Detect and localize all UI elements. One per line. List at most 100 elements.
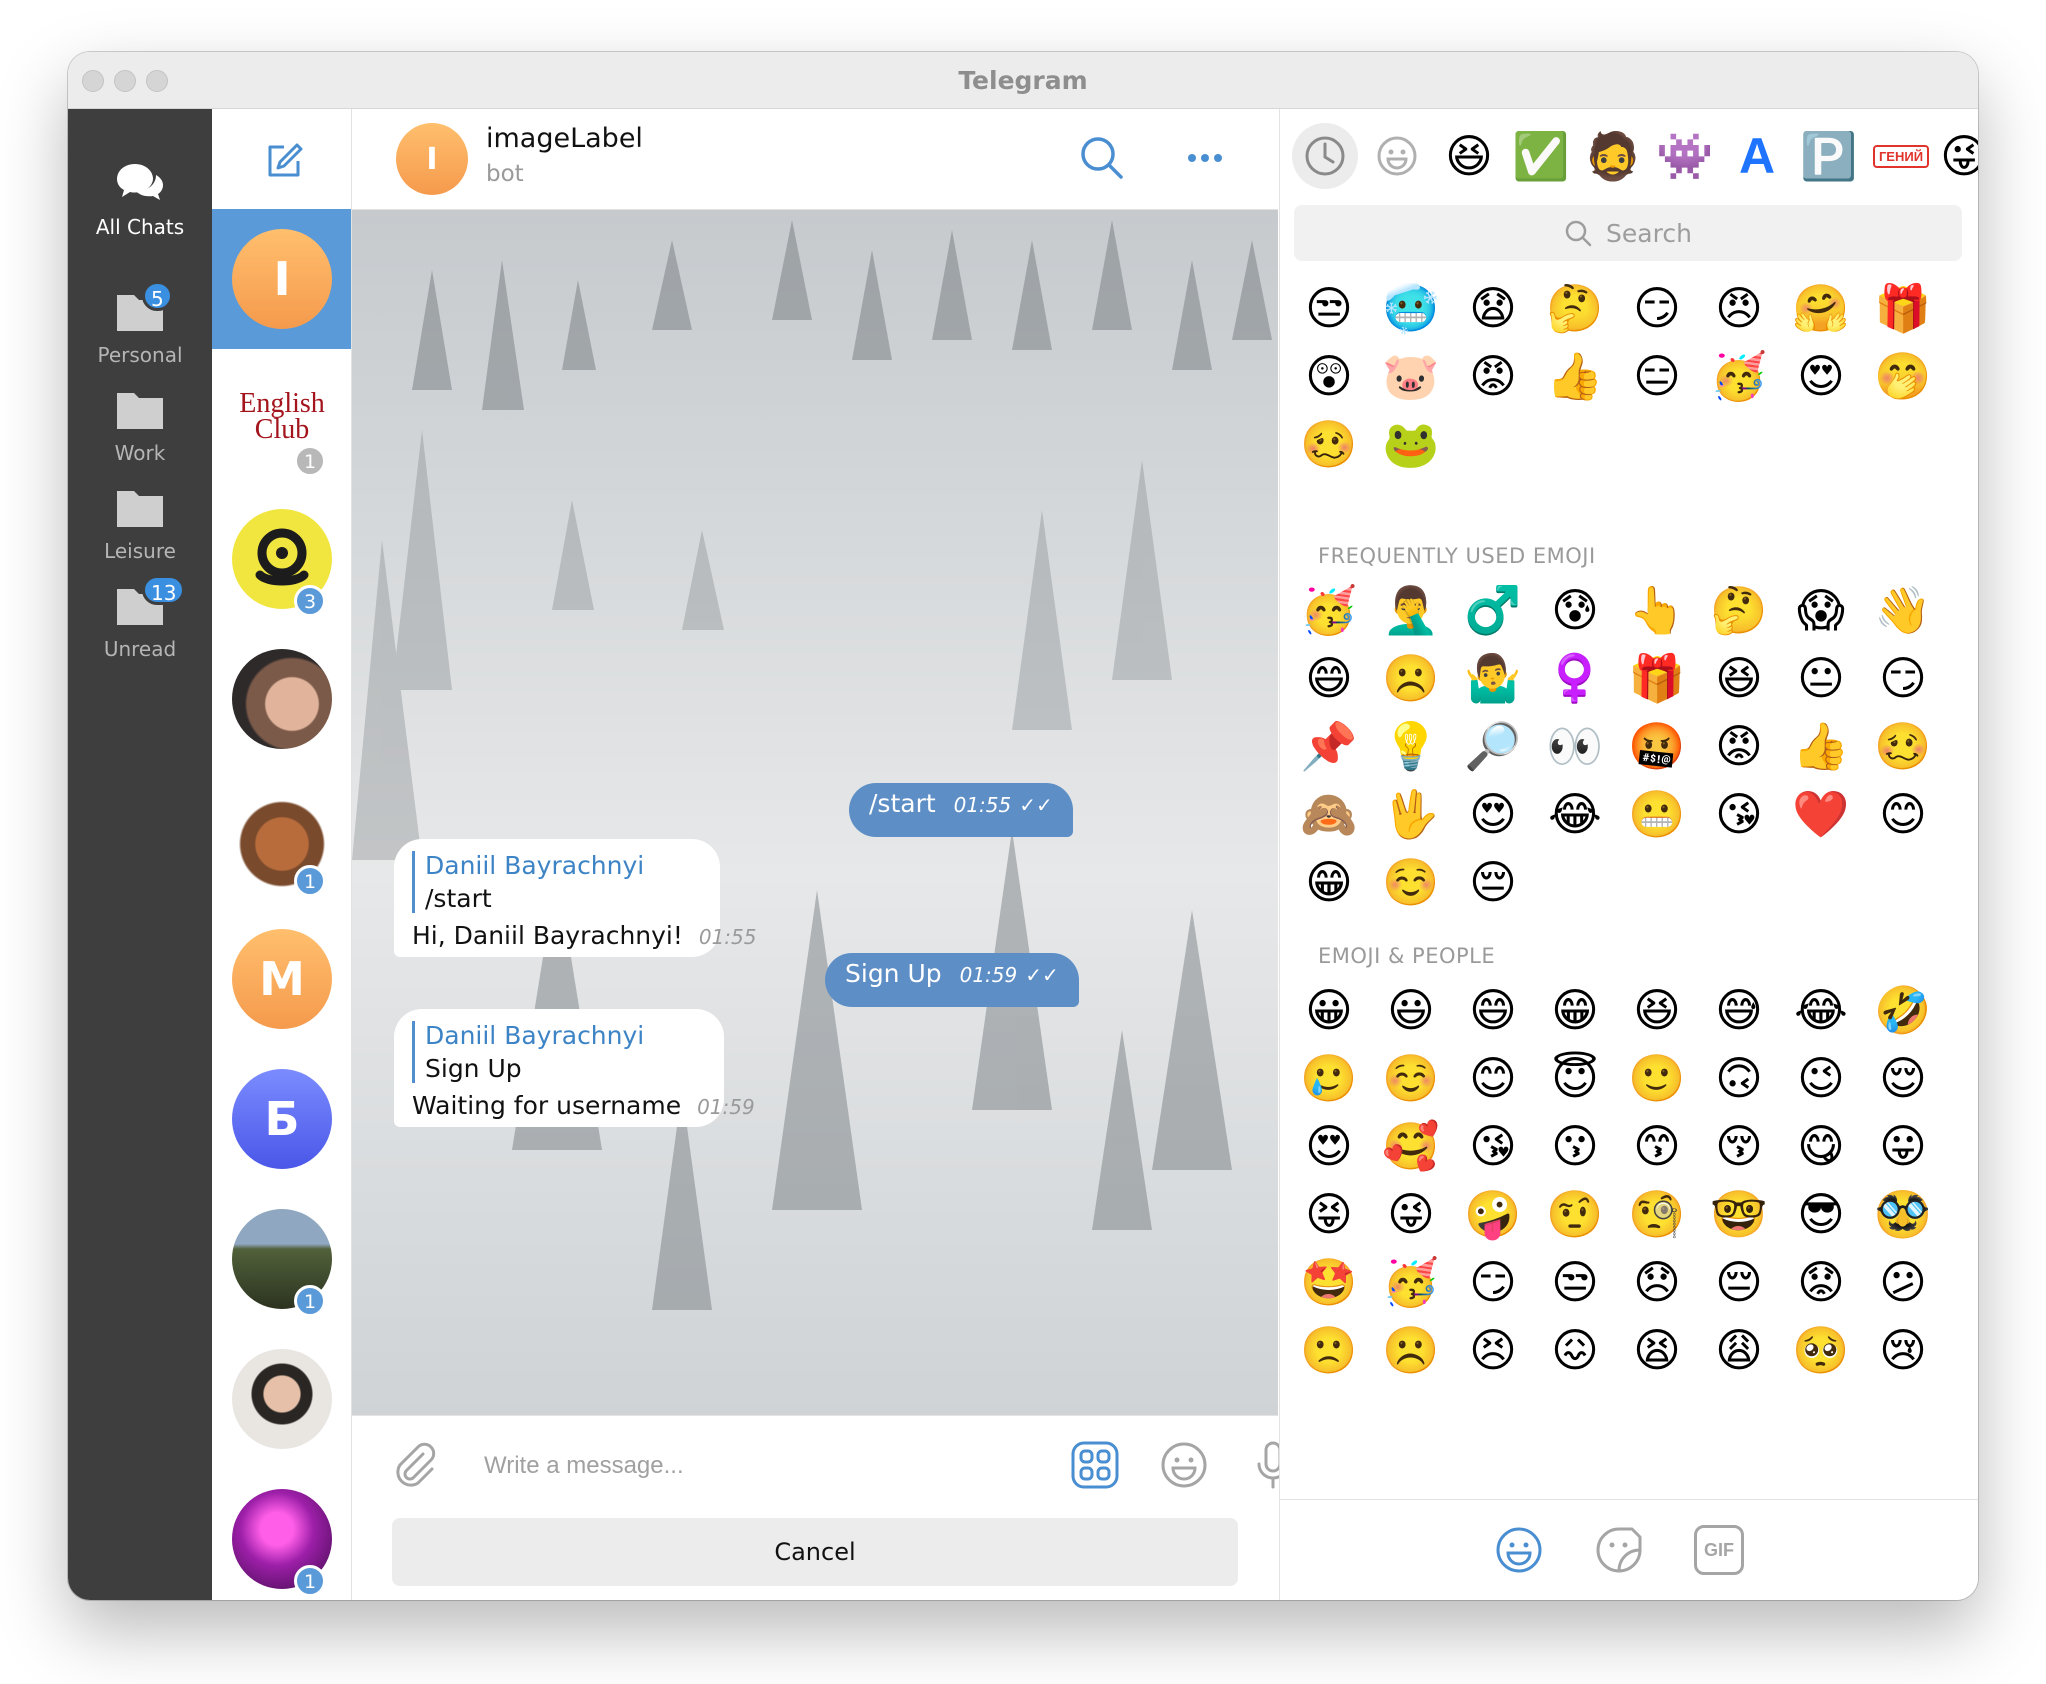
emoji-item[interactable]: 😔 — [1704, 1248, 1774, 1316]
emoji-item[interactable]: 😜 — [1376, 1180, 1446, 1248]
emoji-item[interactable]: 🥳 — [1294, 576, 1364, 644]
emoji-item[interactable]: 🤓 — [1704, 1180, 1774, 1248]
cancel-button[interactable]: Cancel — [392, 1518, 1238, 1586]
emoji-item[interactable]: 🎁 — [1868, 274, 1938, 342]
emoji-item[interactable]: 😚 — [1704, 1112, 1774, 1180]
emoji-item[interactable]: 🥳 — [1704, 342, 1774, 410]
chat-item-imagelabel[interactable]: I — [212, 209, 351, 349]
emoji-item[interactable]: 😕 — [1868, 1248, 1938, 1316]
emoji-item[interactable]: 😔 — [1458, 848, 1528, 916]
emoji-item[interactable]: 😏 — [1868, 644, 1938, 712]
emoji-icon[interactable] — [1159, 1440, 1209, 1490]
emoji-item[interactable]: 🥸 — [1868, 1180, 1938, 1248]
emoji-item[interactable]: 😟 — [1786, 1248, 1856, 1316]
emoji-item[interactable]: 😄 — [1458, 976, 1528, 1044]
emoji-item[interactable]: ☹️ — [1376, 644, 1446, 712]
emoji-item[interactable]: 😛 — [1868, 1112, 1938, 1180]
message-outgoing[interactable]: /start 01:55 ✓✓ — [849, 783, 1073, 837]
emoji-item[interactable]: 🥶 — [1376, 274, 1446, 342]
sticker-tab-icon[interactable] — [1594, 1525, 1644, 1575]
bot-commands-icon[interactable] — [1070, 1440, 1120, 1490]
emoji-item[interactable]: 🥴 — [1868, 712, 1938, 780]
emoji-item[interactable]: 🤨 — [1540, 1180, 1610, 1248]
message-incoming[interactable]: Daniil Bayrachnyi /start Hi, Daniil Bayr… — [394, 839, 757, 957]
chat-item[interactable]: 1 — [212, 769, 351, 909]
emoji-item[interactable]: 🐸 — [1376, 410, 1446, 478]
emoji-item[interactable]: 🤷‍♂️ — [1458, 644, 1528, 712]
emoji-search-input[interactable]: Search — [1294, 205, 1962, 261]
chat-item[interactable] — [212, 1329, 351, 1469]
emoji-item[interactable]: 🥴 — [1294, 410, 1364, 478]
emoji-item[interactable]: 🤔 — [1704, 576, 1774, 644]
emoji-item[interactable]: 😄 — [1294, 644, 1364, 712]
chat-item[interactable]: M — [212, 909, 351, 1049]
emoji-item[interactable]: ♂️ — [1458, 576, 1528, 644]
emoji-item[interactable]: 😍 — [1458, 780, 1528, 848]
emoji-item[interactable]: 😱 — [1786, 576, 1856, 644]
emoji-item[interactable]: 😫 — [1622, 1316, 1692, 1379]
emoji-item[interactable]: 👀 — [1540, 712, 1610, 780]
emoji-item[interactable]: 😊 — [1868, 780, 1938, 848]
emoji-item[interactable]: 🤗 — [1786, 274, 1856, 342]
emoji-item[interactable]: 💡 — [1376, 712, 1446, 780]
emoji-item[interactable]: 😡 — [1458, 342, 1528, 410]
emoji-item[interactable]: ❤️ — [1786, 780, 1856, 848]
emoji-item[interactable]: 😂 — [1540, 780, 1610, 848]
emoji-item[interactable]: 🙃 — [1704, 1044, 1774, 1112]
folder-work[interactable]: Work — [68, 387, 212, 465]
reply-quote[interactable]: Daniil Bayrachnyi /start — [412, 851, 702, 913]
emoji-item[interactable]: 😁 — [1294, 848, 1364, 916]
message-incoming[interactable]: Daniil Bayrachnyi Sign Up Waiting for us… — [394, 1009, 755, 1127]
emoji-item[interactable]: 😒 — [1294, 274, 1364, 342]
emoji-item[interactable]: 😙 — [1622, 1112, 1692, 1180]
sticker-pack-tab[interactable]: ГЕНИЙ — [1868, 123, 1934, 189]
emoji-item[interactable]: 🤭 — [1868, 342, 1938, 410]
emoji-item[interactable]: 🤦‍♂️ — [1376, 576, 1446, 644]
emoji-item[interactable]: 😊 — [1458, 1044, 1528, 1112]
emoji-item[interactable]: 😎 — [1786, 1180, 1856, 1248]
emoji-item[interactable]: 🤔 — [1540, 274, 1610, 342]
emoji-item[interactable]: 😇 — [1540, 1044, 1610, 1112]
folder-leisure[interactable]: Leisure — [68, 485, 212, 563]
reply-quote[interactable]: Daniil Bayrachnyi Sign Up — [412, 1021, 706, 1083]
emoji-item[interactable]: 🥳 — [1376, 1248, 1446, 1316]
emoji-item[interactable]: 😲 — [1294, 342, 1364, 410]
emoji-item[interactable]: 😗 — [1540, 1112, 1610, 1180]
sticker-pack-tab[interactable]: 👾 — [1652, 123, 1718, 189]
sticker-pack-tab[interactable]: 🧔 — [1580, 123, 1646, 189]
chat-item[interactable] — [212, 629, 351, 769]
folder-all-chats[interactable]: All Chats — [68, 161, 212, 239]
emoji-item[interactable]: 👋 — [1868, 576, 1938, 644]
chat-item[interactable]: Б — [212, 1049, 351, 1189]
emoji-item[interactable]: 😘 — [1704, 780, 1774, 848]
emoji-item[interactable]: 😋 — [1786, 1112, 1856, 1180]
emoji-item[interactable]: 🙁 — [1294, 1316, 1364, 1379]
emoji-item[interactable]: 😉 — [1786, 1044, 1856, 1112]
search-icon[interactable] — [1077, 133, 1127, 183]
emoji-item[interactable]: 😅 — [1704, 976, 1774, 1044]
emoji-item[interactable]: 😐 — [1786, 644, 1856, 712]
message-input[interactable] — [482, 1440, 986, 1492]
emoji-item[interactable]: ☺️ — [1376, 1044, 1446, 1112]
folder-personal[interactable]: Personal 5 — [68, 281, 212, 367]
chat-item[interactable]: 1 — [212, 1189, 351, 1329]
compose-icon[interactable] — [264, 141, 304, 181]
more-options-icon[interactable] — [1180, 133, 1230, 183]
emoji-item[interactable]: 🥰 — [1376, 1112, 1446, 1180]
emoji-item[interactable]: 🤩 — [1294, 1248, 1364, 1316]
emoji-item[interactable]: ☹️ — [1376, 1316, 1446, 1379]
attach-icon[interactable] — [390, 1440, 440, 1490]
sticker-pack-tab[interactable]: 😜 — [1940, 123, 1978, 189]
folder-unread[interactable]: Unread 13 — [68, 575, 212, 661]
emoji-item[interactable]: 🙂 — [1622, 1044, 1692, 1112]
emoji-item[interactable]: 😑 — [1622, 342, 1692, 410]
emoji-item[interactable]: 🔎 — [1458, 712, 1528, 780]
emoji-item[interactable]: 😡 — [1704, 712, 1774, 780]
message-outgoing[interactable]: Sign Up 01:59 ✓✓ — [825, 953, 1079, 1007]
emoji-item[interactable]: 📌 — [1294, 712, 1364, 780]
emoji-item[interactable]: 😠 — [1704, 274, 1774, 342]
emoji-item[interactable]: 😖 — [1540, 1316, 1610, 1379]
emoji-item[interactable]: 🤬 — [1622, 712, 1692, 780]
emoji-item[interactable]: 🖖 — [1376, 780, 1446, 848]
emoji-item[interactable]: 👍 — [1786, 712, 1856, 780]
